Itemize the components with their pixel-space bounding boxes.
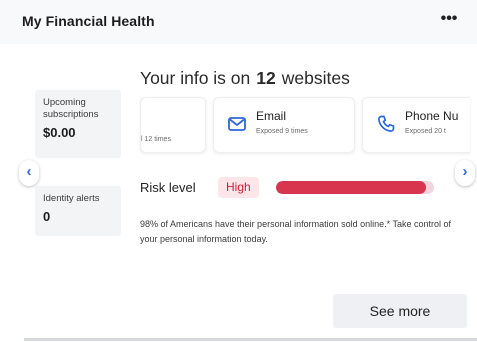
card-header: My Financial Health ••• [0,0,477,45]
exposure-detail: l 12 times [141,136,171,143]
exposure-detail: Exposed 9 times [256,128,308,135]
risk-meter-fill [276,181,427,194]
exposure-tile-phone[interactable]: Phone Nu Exposed 20 t [362,97,470,153]
see-more-button[interactable]: See more [333,294,467,328]
upcoming-subscriptions-stat[interactable]: Upcoming subscriptions $0.00 [35,90,121,158]
carousel-next-button[interactable]: › [455,160,475,186]
privacy-description: 98% of Americans have their personal inf… [140,219,452,244]
exposure-detail: Exposed 20 t [405,128,446,135]
chevron-left-icon: ‹ [26,163,32,180]
exposure-tile-email[interactable]: Email Exposed 9 times [213,97,355,153]
card-title: My Financial Health [22,13,155,29]
website-count: 12 [256,68,276,88]
phone-icon [378,115,395,132]
headline-prefix: Your info is on [140,68,251,88]
carousel-prev-button[interactable]: ‹ [19,160,39,186]
headline-suffix: websites [281,68,350,88]
financial-health-card: My Financial Health ••• Upcoming subscri… [0,0,477,342]
stat-label: Identity alerts [43,193,100,204]
risk-level-label: Risk level [140,180,196,195]
risk-meter [276,181,434,194]
exposure-headline: Your info is on 12 websites [140,68,350,89]
exposure-title: Email [256,109,287,123]
card-bottom-border [24,338,477,341]
identity-alerts-stat[interactable]: Identity alerts 0 [35,186,121,236]
exposure-tile-partial[interactable]: l 12 times [140,97,206,153]
exposure-title: Phone Nu [405,109,459,123]
more-options-button[interactable]: ••• [437,10,461,32]
stat-value: 0 [43,209,51,224]
stat-label: Upcoming subscriptions [43,97,99,120]
chevron-right-icon: › [462,163,468,180]
risk-level-badge: High [218,177,259,198]
stat-value: $0.00 [43,125,76,140]
mail-icon [228,117,246,131]
